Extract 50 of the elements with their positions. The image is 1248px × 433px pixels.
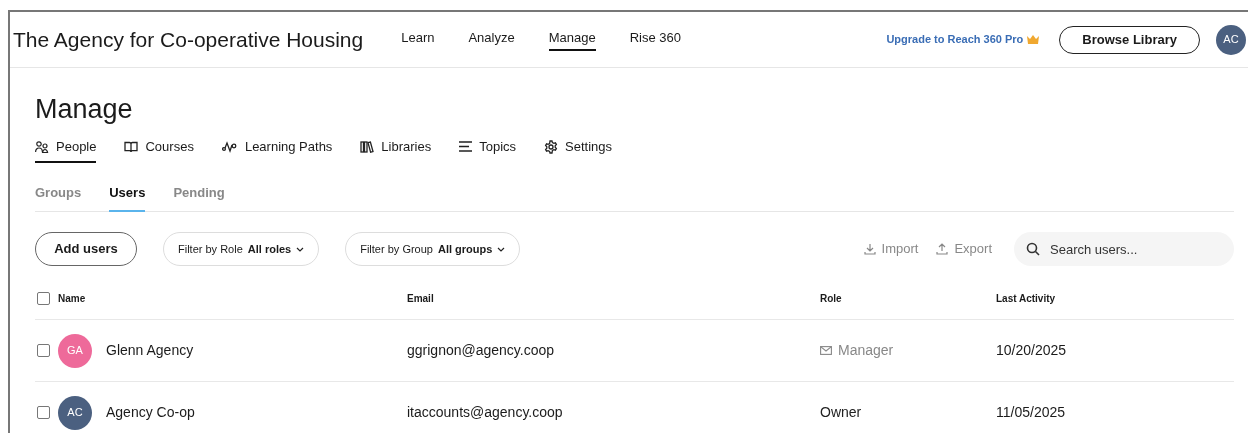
people-icon [35, 140, 49, 153]
search-icon [1026, 242, 1040, 256]
organization-name: The Agency for Co-operative Housing [13, 26, 364, 53]
nav-link[interactable]: Analyze [468, 27, 515, 52]
last-activity: 10/20/2025 [996, 342, 1067, 358]
checkbox[interactable] [37, 344, 50, 357]
books-icon [360, 140, 375, 153]
nav-link[interactable]: Rise 360 [629, 27, 681, 52]
crown-icon [1027, 35, 1040, 44]
list-icon [459, 141, 473, 153]
section-tab[interactable]: People [35, 137, 97, 163]
page-title: Manage [35, 93, 134, 125]
download-icon [863, 243, 876, 255]
envelope-icon [820, 346, 832, 355]
upgrade-link[interactable]: Upgrade to Reach 360 Pro [886, 31, 1040, 48]
user-name: Agency Co-op [106, 403, 195, 422]
section-tab[interactable]: Settings [544, 137, 613, 163]
section-tab[interactable]: Topics [459, 137, 517, 163]
checkbox[interactable] [37, 292, 50, 305]
user-name: Glenn Agency [106, 341, 194, 360]
column-header: Email [407, 292, 434, 306]
section-tab[interactable]: Libraries [360, 137, 432, 163]
sub-tab[interactable]: Users [109, 182, 146, 212]
path-icon [221, 140, 238, 153]
column-header: Name [58, 292, 86, 306]
section-tab[interactable]: Learning Paths [221, 137, 333, 163]
user-role: Owner [820, 403, 862, 422]
user-email: itaccounts@agency.coop [407, 404, 563, 420]
user-role: Manager [838, 341, 894, 360]
sub-tab[interactable]: Pending [173, 182, 225, 212]
search-field[interactable]: Search users... [1014, 232, 1234, 266]
upload-icon [936, 243, 949, 255]
checkbox[interactable] [37, 406, 50, 419]
user-avatar: AC [58, 395, 92, 430]
chevron-down-icon [497, 246, 506, 252]
nav-link[interactable]: Learn [401, 27, 435, 52]
user-avatar: GA [58, 333, 92, 368]
column-header: Last Activity [996, 292, 1056, 306]
user-avatar[interactable]: AC [1216, 24, 1246, 55]
nav-link[interactable]: Manage [548, 27, 596, 52]
sub-tab[interactable]: Groups [35, 182, 82, 212]
import-button[interactable]: Import [863, 239, 919, 259]
user-email: ggrignon@agency.coop [407, 342, 555, 358]
column-header: Role [820, 292, 842, 306]
settings-icon [544, 139, 559, 154]
section-tab[interactable]: Courses [124, 137, 194, 163]
last-activity: 11/05/2025 [996, 404, 1066, 420]
export-button[interactable]: Export [936, 239, 992, 259]
chevron-down-icon [296, 246, 305, 252]
book-icon [124, 140, 139, 153]
